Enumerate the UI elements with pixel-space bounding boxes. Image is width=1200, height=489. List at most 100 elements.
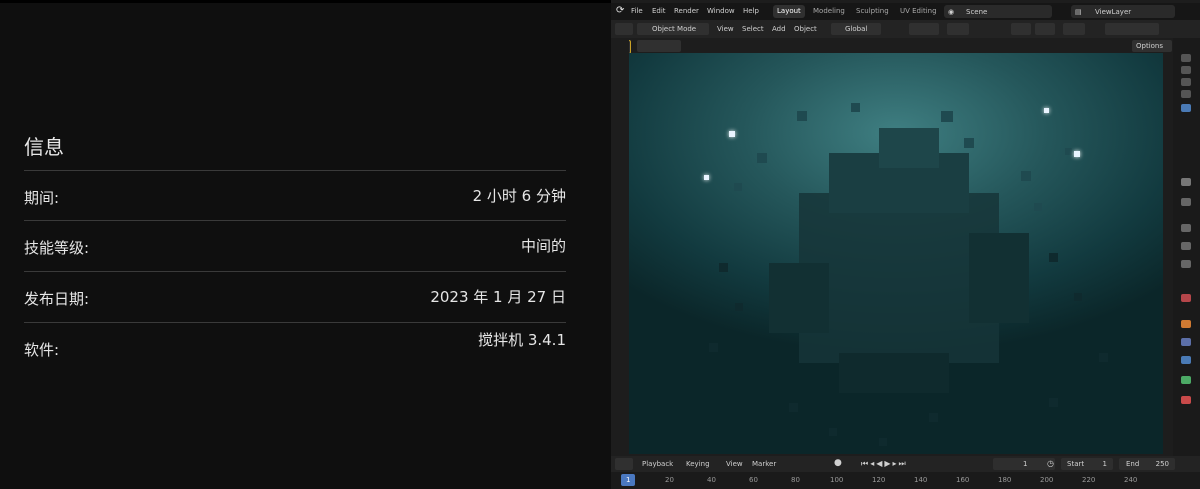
ruler-tick: 180 — [998, 476, 1012, 484]
floating-cube — [719, 263, 728, 272]
info-title: 信息 — [24, 135, 64, 159]
sparkle — [1074, 151, 1080, 157]
floating-cube — [879, 438, 887, 446]
orientation-label: Global — [845, 25, 868, 33]
shading-buttons[interactable] — [1105, 23, 1159, 35]
floating-cube — [1049, 398, 1058, 407]
scene-props-icon[interactable] — [1181, 104, 1191, 112]
toolbar-strip — [611, 38, 629, 458]
floating-cube — [1074, 293, 1082, 301]
menu-select[interactable]: Select — [742, 25, 764, 33]
ruler-tick: 60 — [749, 476, 758, 484]
world-icon[interactable] — [1181, 224, 1191, 232]
menu-edit[interactable]: Edit — [652, 7, 666, 15]
menu-playback[interactable]: Playback — [642, 460, 673, 468]
tab-layout[interactable]: Layout — [773, 5, 805, 18]
floating-cube — [1065, 148, 1072, 155]
sparkle — [704, 175, 709, 180]
snap-toggle[interactable] — [909, 23, 939, 35]
sparkle — [1044, 108, 1049, 113]
ruler-tick: 20 — [665, 476, 674, 484]
cube-cluster-bottom — [839, 353, 949, 393]
tab-uv-editing[interactable]: UV Editing — [896, 5, 941, 18]
tool-settings-bar: Options — [611, 38, 1200, 54]
menu-view[interactable]: View — [717, 25, 734, 33]
floating-cube — [964, 138, 974, 148]
visibility-dropdown[interactable] — [1011, 23, 1031, 35]
scene-name: Scene — [966, 8, 988, 16]
timeline-editor-type[interactable] — [615, 458, 633, 470]
start-label: Start — [1067, 460, 1085, 468]
select-mode-buttons[interactable] — [637, 40, 681, 52]
viewport-3d[interactable] — [629, 53, 1163, 454]
floating-cube — [829, 428, 837, 436]
floating-cube — [1099, 353, 1108, 362]
viewport-header: Object Mode View Select Add Object Globa… — [611, 20, 1200, 38]
floating-cube — [757, 153, 767, 163]
physics-icon[interactable] — [1181, 356, 1191, 364]
tab-sculpting[interactable]: Sculpting — [852, 5, 893, 18]
record-icon[interactable]: ● — [834, 458, 842, 468]
render-icon[interactable] — [1181, 54, 1191, 62]
texture-icon[interactable] — [1181, 260, 1191, 268]
output-icon[interactable] — [1181, 78, 1191, 86]
menu-add[interactable]: Add — [772, 25, 786, 33]
tool-icon[interactable] — [1181, 178, 1191, 186]
options-dropdown[interactable]: Options — [1132, 40, 1172, 52]
info-row-release-date: 发布日期: 2023 年 1 月 27 日 — [24, 271, 566, 322]
camera-icon[interactable] — [1181, 66, 1191, 74]
scene-icon: ◉ — [948, 8, 955, 16]
view-layer-icon[interactable] — [1181, 90, 1191, 98]
frame-ruler[interactable]: 1 20 40 60 80 100 120 140 160 180 200 22… — [611, 472, 1200, 489]
end-frame-field[interactable]: End 250 — [1119, 458, 1175, 470]
ruler-tick: 100 — [830, 476, 844, 484]
blender-logo-icon[interactable]: ⟳ — [616, 5, 624, 16]
playback-controls[interactable]: ⏮◂◀▶▸⏭ — [861, 459, 908, 469]
floating-cube — [1034, 203, 1042, 211]
info-value: 中间的 — [520, 237, 566, 255]
material-icon[interactable] — [1181, 396, 1191, 404]
menu-help[interactable]: Help — [743, 7, 759, 15]
start-frame-field[interactable]: Start 1 — [1061, 458, 1113, 470]
clock-icon[interactable]: ◷ — [1047, 459, 1054, 468]
end-value: 250 — [1155, 460, 1169, 468]
floating-cube — [1049, 253, 1058, 262]
menu-timeline-view[interactable]: View — [726, 460, 743, 468]
menu-object[interactable]: Object — [794, 25, 817, 33]
scene-selector[interactable]: ◉ Scene — [944, 5, 1052, 18]
info-row-skill-level: 技能等级: 中间的 — [24, 220, 566, 271]
overlay-toggle[interactable] — [1063, 23, 1085, 35]
mode-dropdown[interactable]: Object Mode — [637, 23, 709, 35]
modifier-icon[interactable] — [1181, 320, 1191, 328]
orientation-dropdown[interactable]: Global — [831, 23, 881, 35]
gizmo-toggle[interactable] — [1035, 23, 1055, 35]
menu-keying[interactable]: Keying — [686, 460, 710, 468]
wrench-icon[interactable] — [1181, 198, 1191, 206]
menu-window[interactable]: Window — [707, 7, 735, 15]
floating-cube — [929, 413, 938, 422]
floating-cube — [709, 343, 718, 352]
floating-cube — [941, 111, 953, 122]
sparkle — [729, 131, 735, 137]
current-frame-value: 1 — [1023, 460, 1028, 468]
view-layer-selector[interactable]: ▤ ViewLayer — [1071, 5, 1175, 18]
ruler-tick: 40 — [707, 476, 716, 484]
view-layer-name: ViewLayer — [1095, 8, 1132, 16]
ruler-tick: 120 — [872, 476, 886, 484]
start-value: 1 — [1102, 460, 1107, 468]
menu-marker[interactable]: Marker — [752, 460, 776, 468]
floating-cube — [789, 403, 798, 412]
proportional-edit-toggle[interactable] — [947, 23, 969, 35]
particles-icon[interactable] — [1181, 338, 1191, 346]
info-label: 发布日期: — [24, 290, 90, 308]
tab-modeling[interactable]: Modeling — [809, 5, 849, 18]
view-layer-icon: ▤ — [1075, 8, 1082, 16]
ruler-tick: 140 — [914, 476, 928, 484]
object-icon[interactable] — [1181, 294, 1191, 302]
current-frame-field[interactable]: 1 — [993, 458, 1055, 470]
menu-file[interactable]: File — [631, 7, 643, 15]
constraints-icon[interactable] — [1181, 376, 1191, 384]
menu-render[interactable]: Render — [674, 7, 699, 15]
collection-icon[interactable] — [1181, 242, 1191, 250]
editor-type-button[interactable] — [615, 23, 633, 35]
